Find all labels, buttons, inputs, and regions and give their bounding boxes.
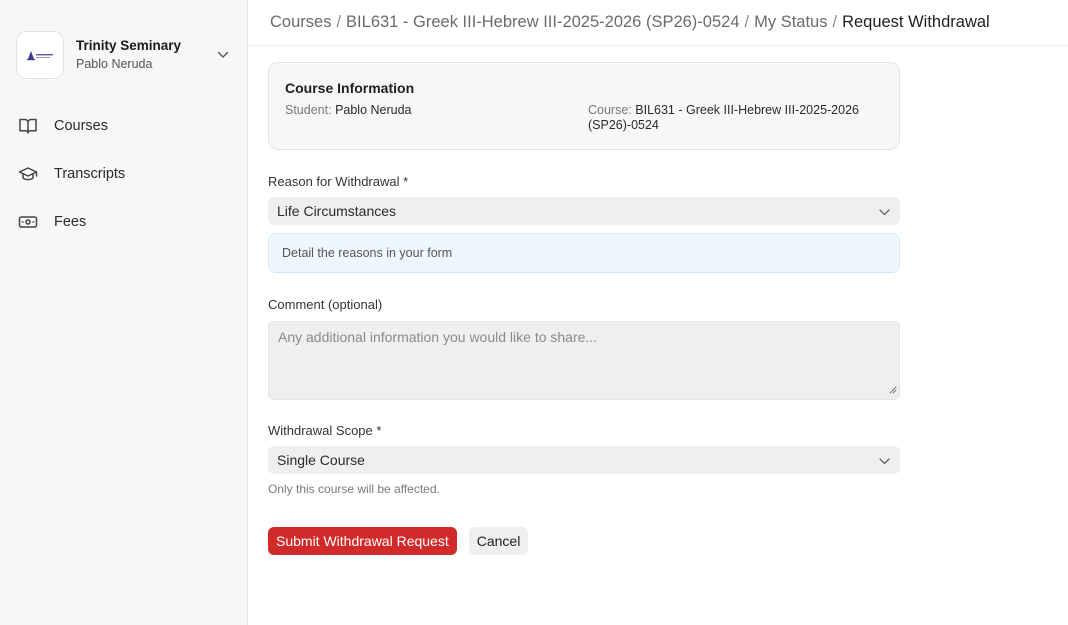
org-name: Trinity Seminary	[76, 38, 182, 53]
comment-placeholder: Any additional information you would lik…	[278, 329, 598, 345]
course-label: Course:	[588, 103, 632, 117]
scope-label: Withdrawal Scope *	[268, 423, 382, 438]
course-info: Course: BIL631 - Greek III-Hebrew III-20…	[588, 103, 873, 133]
breadcrumb: Courses / BIL631 - Greek III-Hebrew III-…	[248, 0, 1068, 46]
scope-hint: Only this course will be affected.	[268, 482, 440, 496]
sidebar-item-label: Courses	[54, 118, 108, 134]
comment-textarea[interactable]: Any additional information you would lik…	[268, 321, 900, 400]
reason-select[interactable]: Life Circumstances	[268, 197, 900, 225]
sidebar-item-label: Fees	[54, 214, 87, 230]
course-info-title: Course Information	[285, 80, 415, 96]
form-actions: Submit Withdrawal Request Cancel	[268, 527, 900, 555]
breadcrumb-item-course[interactable]: BIL631 - Greek III-Hebrew III-2025-2026 …	[346, 13, 739, 32]
sidebar: Trinity Seminary Pablo Neruda Courses Tr…	[0, 0, 248, 625]
sidebar-item-fees[interactable]: Fees	[16, 208, 232, 236]
org-switcher[interactable]: Trinity Seminary Pablo Neruda	[16, 31, 232, 79]
submit-withdrawal-button[interactable]: Submit Withdrawal Request	[268, 527, 457, 555]
sidebar-item-transcripts[interactable]: Transcripts	[16, 160, 232, 188]
graduation-cap-icon	[18, 162, 42, 186]
chevron-down-icon	[879, 203, 890, 219]
book-open-icon	[18, 114, 42, 138]
breadcrumb-separator: /	[744, 13, 750, 31]
comment-label: Comment (optional)	[268, 297, 383, 312]
scope-select-value: Single Course	[277, 452, 365, 468]
chevron-down-icon	[879, 452, 890, 468]
reason-hint: Detail the reasons in your form	[268, 233, 900, 273]
student-info: Student: Pablo Neruda	[285, 103, 588, 133]
banknote-icon	[18, 210, 42, 234]
seminary-logo-icon	[16, 31, 64, 79]
student-value: Pablo Neruda	[335, 103, 412, 117]
resize-handle-icon[interactable]	[889, 381, 897, 397]
breadcrumb-separator: /	[832, 13, 838, 31]
sidebar-nav: Courses Transcripts Fees	[16, 112, 232, 256]
chevron-down-icon[interactable]	[214, 46, 232, 64]
breadcrumb-item-my-status[interactable]: My Status	[754, 13, 827, 32]
cancel-button[interactable]: Cancel	[468, 527, 529, 555]
sidebar-item-courses[interactable]: Courses	[16, 112, 232, 140]
reason-label: Reason for Withdrawal *	[268, 174, 409, 189]
sidebar-item-label: Transcripts	[54, 166, 126, 182]
scope-select[interactable]: Single Course	[268, 446, 900, 474]
course-info-card: Course Information Student: Pablo Neruda…	[268, 62, 900, 150]
reason-select-value: Life Circumstances	[277, 203, 397, 219]
withdrawal-form: Course Information Student: Pablo Neruda…	[268, 62, 900, 555]
student-label: Student:	[285, 103, 332, 117]
user-name: Pablo Neruda	[76, 57, 153, 71]
breadcrumb-item-courses[interactable]: Courses	[270, 13, 331, 32]
breadcrumb-current: Request Withdrawal	[842, 13, 990, 31]
breadcrumb-separator: /	[336, 13, 342, 31]
